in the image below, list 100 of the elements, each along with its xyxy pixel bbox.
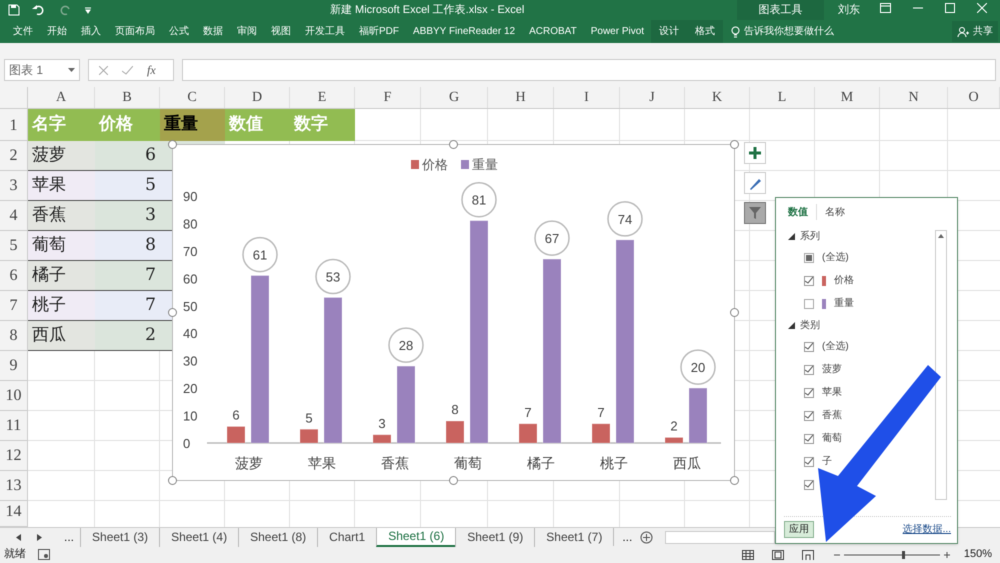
- save-icon[interactable]: [8, 4, 20, 16]
- undo-icon[interactable]: [32, 4, 46, 16]
- row-header[interactable]: 11: [0, 411, 28, 441]
- column-header[interactable]: B: [95, 87, 160, 108]
- column-header[interactable]: L: [750, 87, 815, 108]
- column-header[interactable]: F: [355, 87, 421, 108]
- row-header[interactable]: 13: [0, 471, 28, 501]
- ribbon-tab[interactable]: 开始: [40, 20, 74, 43]
- row-header[interactable]: 9: [0, 351, 28, 381]
- scroll-left-icon[interactable]: [16, 534, 21, 540]
- sheet-tab[interactable]: Sheet1 (6): [376, 528, 456, 546]
- slider-thumb[interactable]: [902, 550, 905, 558]
- checkbox[interactable]: [804, 364, 814, 374]
- macro-record-icon[interactable]: [38, 549, 50, 560]
- checkbox[interactable]: [804, 342, 814, 352]
- customize-icon[interactable]: [84, 6, 92, 14]
- panel-tab[interactable]: 数值: [786, 204, 810, 220]
- more-sheets-button[interactable]: ...: [58, 528, 80, 546]
- ribbon-tab[interactable]: 页面布局: [108, 20, 162, 43]
- scrollbar[interactable]: [935, 230, 947, 500]
- formula-field[interactable]: [182, 59, 996, 81]
- column-header[interactable]: E: [290, 87, 355, 108]
- panel-tab[interactable]: 名称: [823, 204, 847, 220]
- row-header[interactable]: 14: [0, 501, 28, 527]
- ribbon-tab[interactable]: 福昕PDF: [352, 20, 406, 43]
- ribbon-tab[interactable]: 文件: [6, 20, 40, 43]
- add-sheet-icon[interactable]: [640, 530, 654, 544]
- zoom-slider[interactable]: [832, 550, 952, 560]
- category-label: 西瓜: [673, 455, 701, 471]
- chart-area[interactable]: 价格 重量 0 10 20 30 40 50 60 70 80 90 菠萝 6 61 苹果 5 53 香蕉 3 28 葡萄 8 81 橘子 7 67 桃子 7 74 西瓜 2 20: [172, 144, 735, 481]
- row-header[interactable]: 7: [0, 291, 28, 321]
- ribbon-tab[interactable]: Power Pivot: [584, 20, 652, 43]
- expand-toggle-icon[interactable]: [788, 322, 795, 328]
- share-button[interactable]: 共享: [952, 21, 998, 42]
- column-header[interactable]: A: [28, 87, 95, 108]
- row-header[interactable]: 6: [0, 261, 28, 291]
- checkbox[interactable]: [804, 434, 814, 444]
- column-header[interactable]: M: [815, 87, 880, 108]
- row-header[interactable]: 12: [0, 441, 28, 471]
- checkbox[interactable]: [804, 410, 814, 420]
- chart-elements-button[interactable]: [744, 142, 766, 164]
- select-data-link[interactable]: 选择数据...: [902, 522, 951, 536]
- column-header[interactable]: I: [554, 87, 620, 108]
- close-icon[interactable]: [977, 3, 987, 13]
- checkbox[interactable]: [804, 388, 814, 398]
- dropdown-caret-icon[interactable]: [68, 68, 75, 72]
- ribbon-tab[interactable]: 数据: [196, 20, 230, 43]
- ribbon-tab[interactable]: 公式: [162, 20, 196, 43]
- column-header[interactable]: O: [948, 87, 1000, 108]
- resize-handle[interactable]: [730, 140, 739, 149]
- maximize-icon[interactable]: [945, 3, 955, 13]
- row-header[interactable]: 8: [0, 321, 28, 351]
- column-header[interactable]: J: [620, 87, 685, 108]
- column-header[interactable]: C: [160, 87, 225, 108]
- checkbox[interactable]: [804, 456, 814, 466]
- ribbon-tab[interactable]: ACROBAT: [522, 20, 584, 43]
- row-header[interactable]: 4: [0, 201, 28, 231]
- item-label: 香蕉: [822, 408, 842, 423]
- scroll-right-icon[interactable]: [37, 534, 42, 540]
- ribbon-tab[interactable]: 设计: [651, 20, 688, 43]
- checkbox[interactable]: [804, 298, 814, 308]
- name-box[interactable]: 图表 1: [4, 59, 80, 81]
- resize-handle[interactable]: [730, 476, 739, 485]
- ribbon-tab[interactable]: 审阅: [230, 20, 264, 43]
- column-header[interactable]: K: [685, 87, 750, 108]
- ribbon-tab[interactable]: 视图: [264, 20, 298, 43]
- apply-button[interactable]: 应用: [784, 521, 814, 538]
- data-label: 8: [451, 402, 459, 418]
- window-title: 新建 Microsoft Excel 工作表.xlsx - Excel: [330, 2, 524, 18]
- ribbon-options-icon[interactable]: [880, 3, 891, 13]
- data-label: 61: [252, 248, 268, 263]
- tell-me-field[interactable]: 告诉我你想要做什么: [744, 24, 834, 39]
- resize-handle[interactable]: [168, 476, 177, 485]
- chart-styles-button[interactable]: [744, 172, 766, 194]
- ribbon-tab[interactable]: ABBYY FineReader 12: [406, 20, 522, 43]
- resize-handle[interactable]: [730, 308, 739, 317]
- ribbon-tab[interactable]: 格式: [687, 20, 724, 43]
- page-break-icon[interactable]: [802, 550, 814, 560]
- ribbon-tab[interactable]: 开发工具: [298, 20, 352, 43]
- row-header[interactable]: 1: [0, 109, 28, 141]
- checkbox[interactable]: [804, 276, 814, 286]
- horizontal-scrollbar[interactable]: [665, 530, 776, 544]
- item-label: 葡萄: [822, 432, 842, 446]
- normal-view-icon[interactable]: [742, 550, 754, 560]
- column-header[interactable]: D: [225, 87, 290, 108]
- row-header[interactable]: 10: [0, 381, 28, 411]
- column-header[interactable]: N: [880, 87, 948, 108]
- column-header[interactable]: G: [421, 87, 488, 108]
- insert-function-button[interactable]: fx: [147, 61, 156, 79]
- checkbox[interactable]: [804, 480, 814, 490]
- ribbon-tab[interactable]: 插入: [74, 20, 108, 43]
- resize-handle[interactable]: [449, 476, 458, 485]
- row-header[interactable]: 2: [0, 141, 28, 171]
- row-header[interactable]: 3: [0, 171, 28, 201]
- row-header[interactable]: 5: [0, 231, 28, 261]
- expand-toggle-icon[interactable]: [788, 232, 795, 240]
- page-layout-icon[interactable]: [772, 550, 784, 560]
- legend-item: 价格: [411, 157, 448, 172]
- column-header[interactable]: H: [488, 87, 554, 108]
- zoom-level[interactable]: 150%: [964, 546, 996, 563]
